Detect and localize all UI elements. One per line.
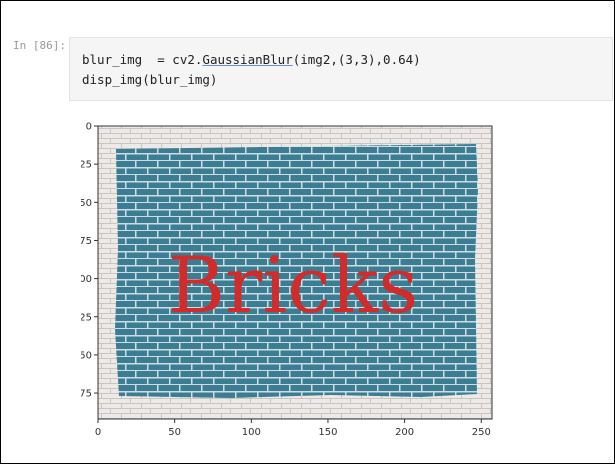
y-tick-label: 25	[81, 160, 92, 171]
cell-prompt: In [86]:	[13, 39, 66, 52]
y-axis: 0 25 50 75 100 125 150 175	[73, 122, 98, 400]
y-tick-label: 150	[81, 350, 92, 361]
x-tick-label: 200	[395, 427, 414, 438]
gaussian-blur-function: GaussianBlur	[202, 52, 293, 67]
y-tick-label: 75	[81, 236, 92, 247]
x-tick-label: 150	[318, 427, 337, 438]
code-line-2[interactable]: disp_img(blur_img)	[82, 72, 217, 87]
y-tick-label: 0	[86, 122, 92, 133]
y-tick-label: 50	[81, 198, 92, 209]
x-axis: 0 50 100 150 200 250	[95, 419, 491, 438]
bricks-overlay-text: Bricks	[168, 241, 419, 331]
x-tick-label: 100	[242, 427, 261, 438]
image-plot: Bricks 0 25 50 75 100 125 150 175 0 50 100 150 200 2…	[73, 122, 493, 438]
code-line-1[interactable]: blur_img = cv2.GaussianBlur(img2,(3,3),0…	[82, 52, 421, 67]
output-plot: Bricks 0 25 50 75 100 125 150 175 0 50 100 150 200 2…	[73, 119, 501, 449]
x-tick-label: 0	[95, 427, 101, 438]
notebook-frame: In [86]: blur_img = cv2.GaussianBlur(img…	[0, 0, 615, 464]
x-tick-label: 50	[168, 427, 181, 438]
y-tick-label: 175	[81, 389, 92, 400]
y-tick-label: 100	[81, 274, 92, 285]
code-line-1-end: (img2,(3,3),0.64)	[292, 52, 421, 67]
code-cell[interactable]: blur_img = cv2.GaussianBlur(img2,(3,3),0…	[69, 37, 613, 101]
code-line-1-start: blur_img = cv2.	[82, 52, 203, 67]
y-tick-label: 125	[81, 312, 92, 323]
x-tick-label: 250	[472, 427, 491, 438]
